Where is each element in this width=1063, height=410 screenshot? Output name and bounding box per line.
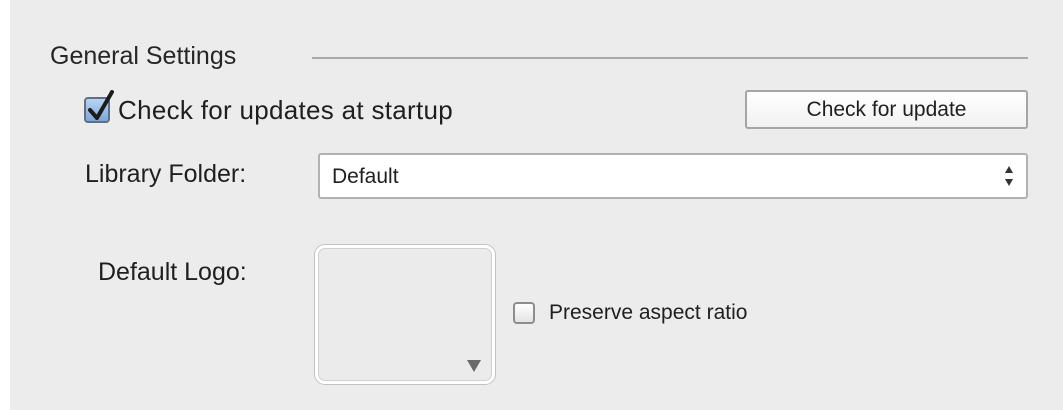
library-folder-value: Default xyxy=(332,165,399,188)
preserve-aspect-checkbox[interactable] xyxy=(513,302,535,324)
library-folder-select[interactable]: Default xyxy=(318,153,1028,199)
check-updates-checkbox[interactable] xyxy=(84,90,114,123)
preserve-aspect-row[interactable]: Preserve aspect ratio xyxy=(513,298,747,328)
check-updates-row[interactable]: Check for updates at startup xyxy=(84,90,453,130)
up-down-arrows-icon xyxy=(1005,166,1013,186)
triangle-down-icon[interactable] xyxy=(466,359,482,373)
preserve-aspect-label[interactable]: Preserve aspect ratio xyxy=(549,301,747,325)
library-folder-label: Library Folder: xyxy=(85,160,247,188)
section-title: General Settings xyxy=(50,42,237,70)
section-separator xyxy=(312,57,1028,59)
checkmark-icon xyxy=(88,90,114,120)
default-logo-image-well[interactable] xyxy=(315,245,495,384)
check-for-update-button[interactable]: Check for update xyxy=(745,90,1028,129)
default-logo-label: Default Logo: xyxy=(98,258,247,286)
check-updates-label[interactable]: Check for updates at startup xyxy=(118,95,453,126)
